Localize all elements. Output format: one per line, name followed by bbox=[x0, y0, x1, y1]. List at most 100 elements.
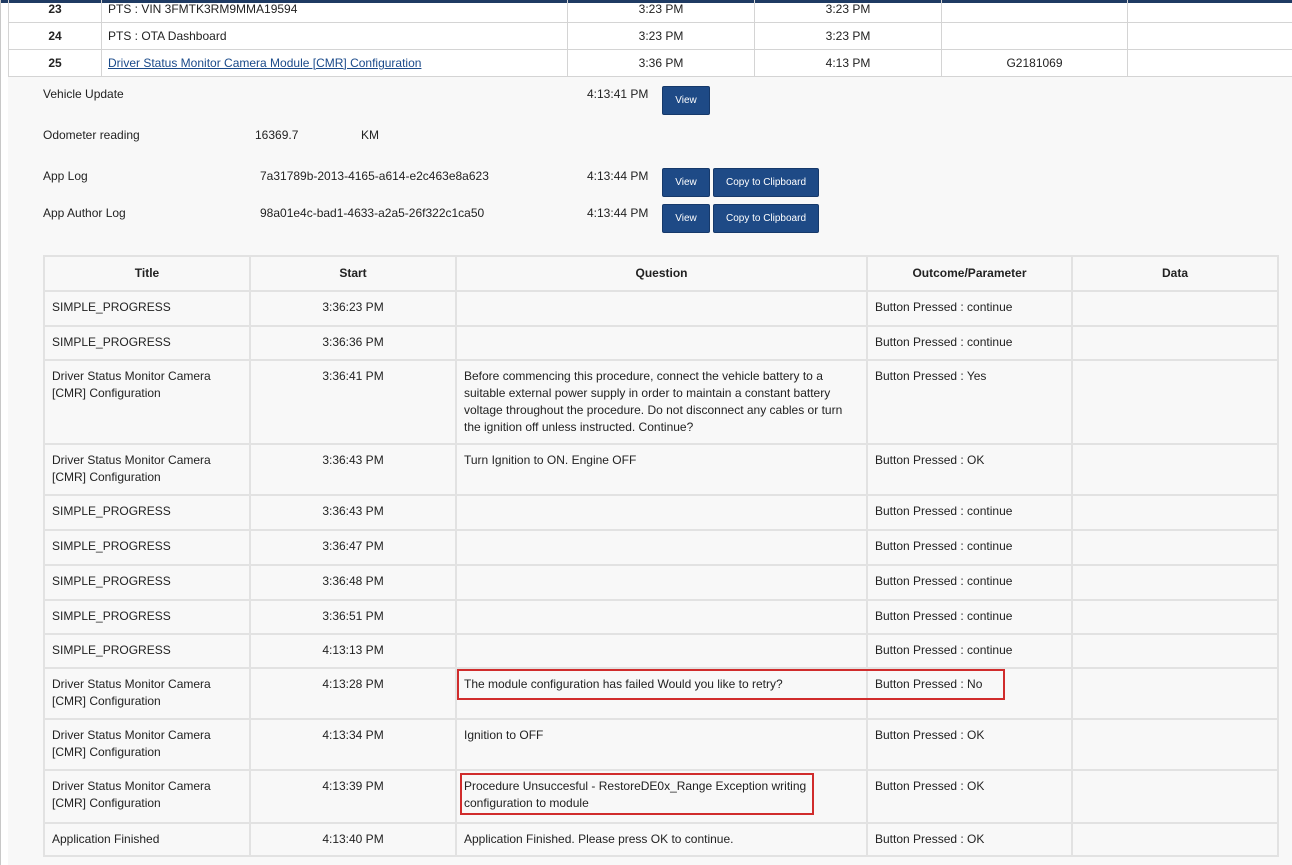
table-row: SIMPLE_PROGRESS 3:36:51 PM Button Pressed … bbox=[43, 599, 1279, 635]
header-title: Title bbox=[43, 255, 251, 292]
session-row: 25 Driver Status Monitor Camera Module [C… bbox=[8, 49, 1292, 77]
step-title-cell: SIMPLE_PROGRESS bbox=[43, 564, 251, 601]
step-start-cell: 3:36:48 PM bbox=[249, 564, 457, 601]
table-row: SIMPLE_PROGRESS 3:36:36 PM Button Pressed … bbox=[43, 325, 1279, 361]
step-title-cell: SIMPLE_PROGRESS bbox=[43, 633, 251, 669]
step-outcome-cell: Button Pressed : continue bbox=[866, 325, 1073, 361]
step-question-cell bbox=[455, 494, 868, 531]
app-author-log-time: 4:13:44 PM bbox=[587, 206, 649, 220]
step-data-cell bbox=[1071, 325, 1279, 361]
step-data-cell bbox=[1071, 633, 1279, 669]
app-log-label: App Log bbox=[43, 169, 88, 183]
table-row: Application Finished 4:13:40 PM Applicatio… bbox=[43, 822, 1279, 857]
odometer-label: Odometer reading bbox=[43, 128, 140, 142]
step-question-cell bbox=[455, 529, 868, 566]
step-question-cell bbox=[455, 290, 868, 327]
step-data-cell bbox=[1071, 494, 1279, 531]
step-start-cell: 3:36:43 PM bbox=[249, 443, 457, 496]
step-title-cell: SIMPLE_PROGRESS bbox=[43, 599, 251, 635]
step-outcome-cell: Button Pressed : continue bbox=[866, 599, 1073, 635]
app-author-log-view-button[interactable]: View bbox=[662, 204, 710, 233]
header-outcome: Outcome/Parameter bbox=[866, 255, 1073, 292]
step-outcome-cell: Button Pressed : continue bbox=[866, 633, 1073, 669]
step-outcome-cell: Button Pressed : continue bbox=[866, 564, 1073, 601]
session-row: 24 PTS : OTA Dashboard 3:23 PM 3:23 PM bbox=[8, 22, 1292, 50]
step-start-cell: 3:36:47 PM bbox=[249, 529, 457, 566]
session-name: PTS : VIN 3FMTK3RM9MMA19594 bbox=[101, 0, 568, 23]
vehicle-update-view-button[interactable]: View bbox=[662, 86, 710, 115]
highlight-retry-box bbox=[457, 669, 1005, 700]
step-outcome-cell: Button Pressed : continue bbox=[866, 494, 1073, 531]
session-extra bbox=[1127, 22, 1292, 50]
header-question: Question bbox=[455, 255, 868, 292]
step-data-cell bbox=[1071, 718, 1279, 771]
left-border bbox=[0, 0, 1, 865]
highlight-error-box bbox=[460, 773, 814, 815]
app-log-view-button[interactable]: View bbox=[662, 168, 710, 197]
step-start-cell: 3:36:51 PM bbox=[249, 599, 457, 635]
steps-table: Title Start Question Outcome/Parameter D… bbox=[43, 255, 1279, 857]
table-row: SIMPLE_PROGRESS 3:36:43 PM Button Pressed … bbox=[43, 494, 1279, 531]
session-end: 3:23 PM bbox=[754, 22, 942, 50]
step-start-cell: 4:13:13 PM bbox=[249, 633, 457, 669]
step-start-cell: 3:36:23 PM bbox=[249, 290, 457, 327]
step-data-cell bbox=[1071, 529, 1279, 566]
step-data-cell bbox=[1071, 822, 1279, 857]
app-log-copy-button[interactable]: Copy to Clipboard bbox=[713, 168, 819, 197]
header-start: Start bbox=[249, 255, 457, 292]
step-start-cell: 4:13:34 PM bbox=[249, 718, 457, 771]
step-data-cell bbox=[1071, 667, 1279, 720]
step-data-cell bbox=[1071, 290, 1279, 327]
step-title-cell: Driver Status Monitor Camera [CMR] Confi… bbox=[43, 359, 251, 445]
session-link[interactable]: Driver Status Monitor Camera Module [CMR… bbox=[108, 56, 421, 70]
step-title-cell: SIMPLE_PROGRESS bbox=[43, 494, 251, 531]
step-data-cell bbox=[1071, 769, 1279, 824]
step-title-cell: Driver Status Monitor Camera [CMR] Confi… bbox=[43, 718, 251, 771]
step-outcome-cell: Button Pressed : Yes bbox=[866, 359, 1073, 445]
session-start: 3:23 PM bbox=[567, 0, 755, 23]
step-title-cell: Driver Status Monitor Camera [CMR] Confi… bbox=[43, 769, 251, 824]
table-row: SIMPLE_PROGRESS 3:36:47 PM Button Pressed … bbox=[43, 529, 1279, 566]
step-data-cell bbox=[1071, 564, 1279, 601]
vehicle-update-label: Vehicle Update bbox=[43, 87, 124, 101]
step-title-cell: Application Finished bbox=[43, 822, 251, 857]
table-row: Driver Status Monitor Camera [CMR] Confi… bbox=[43, 718, 1279, 771]
step-question-cell bbox=[455, 633, 868, 669]
step-start-cell: 4:13:40 PM bbox=[249, 822, 457, 857]
session-code: G2181069 bbox=[941, 49, 1128, 77]
session-start: 3:23 PM bbox=[567, 22, 755, 50]
app-log-id: 7a31789b-2013-4165-a614-e2c463e8a623 bbox=[260, 169, 489, 183]
step-title-cell: Driver Status Monitor Camera [CMR] Confi… bbox=[43, 443, 251, 496]
session-extra bbox=[1127, 49, 1292, 77]
session-name: PTS : OTA Dashboard bbox=[101, 22, 568, 50]
session-row: 23 PTS : VIN 3FMTK3RM9MMA19594 3:23 PM 3:23… bbox=[8, 0, 1292, 23]
session-number: 23 bbox=[8, 0, 102, 23]
step-title-cell: Driver Status Monitor Camera [CMR] Confi… bbox=[43, 667, 251, 720]
vehicle-update-time: 4:13:41 PM bbox=[587, 87, 649, 101]
step-outcome-cell: Button Pressed : OK bbox=[866, 822, 1073, 857]
table-row: SIMPLE_PROGRESS 4:13:13 PM Button Pressed … bbox=[43, 633, 1279, 669]
session-number: 25 bbox=[8, 49, 102, 77]
session-start: 3:36 PM bbox=[567, 49, 755, 77]
session-number: 24 bbox=[8, 22, 102, 50]
step-start-cell: 4:13:28 PM bbox=[249, 667, 457, 720]
step-question-cell bbox=[455, 599, 868, 635]
step-outcome-cell: Button Pressed : continue bbox=[866, 290, 1073, 327]
table-row: SIMPLE_PROGRESS 3:36:48 PM Button Pressed … bbox=[43, 564, 1279, 601]
app-author-log-copy-button[interactable]: Copy to Clipboard bbox=[713, 204, 819, 233]
step-question-cell: Ignition to OFF bbox=[455, 718, 868, 771]
session-code bbox=[941, 0, 1128, 23]
step-question-cell: Application Finished. Please press OK to… bbox=[455, 822, 868, 857]
step-outcome-cell: Button Pressed : OK bbox=[866, 769, 1073, 824]
header-data: Data bbox=[1071, 255, 1279, 292]
app-author-log-label: App Author Log bbox=[43, 206, 126, 220]
table-row: SIMPLE_PROGRESS 3:36:23 PM Button Pressed … bbox=[43, 290, 1279, 327]
step-title-cell: SIMPLE_PROGRESS bbox=[43, 529, 251, 566]
session-code bbox=[941, 22, 1128, 50]
step-question-cell bbox=[455, 325, 868, 361]
session-end: 4:13 PM bbox=[754, 49, 942, 77]
step-question-cell: Before commencing this procedure, connec… bbox=[455, 359, 868, 445]
step-outcome-cell: Button Pressed : OK bbox=[866, 718, 1073, 771]
step-start-cell: 4:13:39 PM bbox=[249, 769, 457, 824]
step-data-cell bbox=[1071, 443, 1279, 496]
